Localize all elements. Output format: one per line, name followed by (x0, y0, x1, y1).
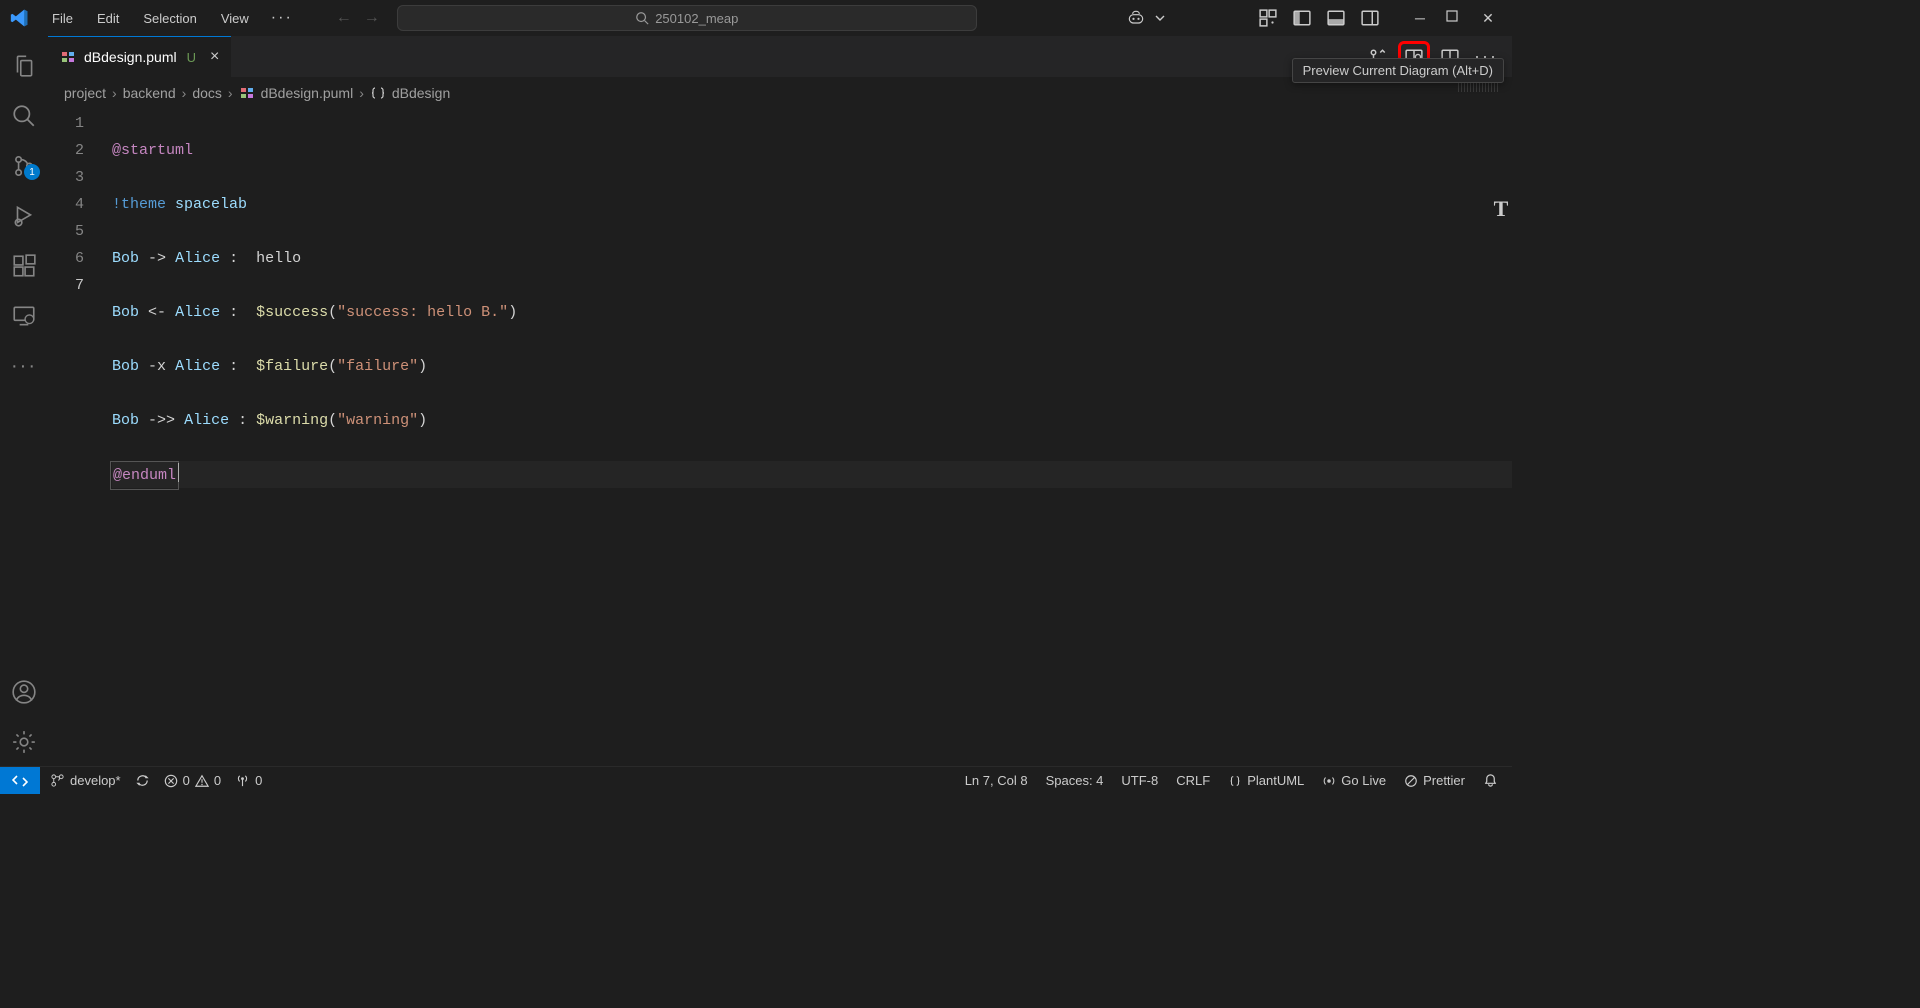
crumb-project[interactable]: project (64, 85, 106, 101)
symbol-namespace-icon (370, 85, 386, 101)
tooltip-preview-diagram: Preview Current Diagram (Alt+D) (1292, 58, 1504, 83)
text-cursor (178, 463, 179, 482)
vscode-logo-icon (8, 6, 32, 30)
broadcast-icon (1322, 774, 1336, 788)
menu-view[interactable]: View (211, 7, 259, 30)
menu-more-icon[interactable]: ··· (263, 5, 301, 31)
window-minimize-icon[interactable]: ─ (1412, 10, 1428, 27)
code-content[interactable]: @startuml !theme spacelab Bob -> Alice :… (106, 110, 1512, 766)
tab-filename: dBdesign.puml (84, 49, 177, 65)
chevron-right-icon: › (228, 85, 233, 101)
status-encoding[interactable]: UTF-8 (1121, 773, 1158, 788)
language-icon (1228, 774, 1242, 788)
window-maximize-icon[interactable] (1446, 10, 1462, 27)
toggle-panel-icon[interactable] (1326, 8, 1346, 28)
crumb-docs[interactable]: docs (192, 85, 222, 101)
activity-remote-explorer-icon[interactable] (0, 292, 48, 340)
crumb-backend[interactable]: backend (123, 85, 176, 101)
status-problems[interactable]: 0 0 (164, 773, 221, 788)
chevron-right-icon: › (112, 85, 117, 101)
toggle-secondary-sidebar-icon[interactable] (1360, 8, 1380, 28)
menu-file[interactable]: File (42, 7, 83, 30)
tab-modified-badge: U (187, 50, 196, 65)
plantuml-file-icon (60, 49, 76, 65)
error-icon (164, 774, 178, 788)
activity-extensions-icon[interactable] (0, 242, 48, 290)
toggle-sidebar-icon[interactable] (1292, 8, 1312, 28)
status-eol[interactable]: CRLF (1176, 773, 1210, 788)
command-center-text: 250102_meap (655, 11, 738, 26)
layout-customize-icon[interactable] (1258, 8, 1278, 28)
menu-edit[interactable]: Edit (87, 7, 129, 30)
status-cursor-position[interactable]: Ln 7, Col 8 (965, 773, 1028, 788)
editor-group: dBdesign.puml U × ··· project › backend … (48, 36, 1512, 766)
status-sync-icon[interactable] (135, 773, 150, 788)
plantuml-file-icon (239, 85, 255, 101)
nav-back-icon[interactable]: ← (335, 9, 353, 27)
status-notifications-icon[interactable] (1483, 773, 1498, 788)
activity-explorer-icon[interactable] (0, 42, 48, 90)
right-rail-icon[interactable]: T (1490, 36, 1512, 766)
crumb-symbol[interactable]: dBdesign (392, 85, 450, 101)
search-icon (635, 11, 649, 25)
nav-forward-icon[interactable]: → (363, 9, 381, 27)
activity-settings-icon[interactable] (0, 718, 48, 766)
title-bar: File Edit Selection View ··· ← → 250102_… (0, 0, 1512, 36)
status-bar: develop* 0 0 0 Ln 7, Col 8 Spaces: 4 UTF… (0, 766, 1512, 794)
scm-badge: 1 (24, 164, 40, 180)
tab-dbdesign[interactable]: dBdesign.puml U × (48, 36, 231, 77)
activity-bar: 1 ··· (0, 36, 48, 766)
command-center[interactable]: 250102_meap (397, 5, 977, 31)
status-ports[interactable]: 0 (235, 773, 262, 788)
status-indentation[interactable]: Spaces: 4 (1046, 773, 1104, 788)
status-prettier[interactable]: Prettier (1404, 773, 1465, 788)
tab-close-icon[interactable]: × (210, 48, 219, 66)
chevron-right-icon: › (359, 85, 364, 101)
copilot-icon[interactable] (1126, 8, 1146, 28)
status-golive[interactable]: Go Live (1322, 773, 1386, 788)
prohibit-icon (1404, 774, 1418, 788)
line-numbers: 1 2 3 4 5 6 7 (48, 110, 106, 766)
chevron-right-icon: › (182, 85, 187, 101)
menu-selection[interactable]: Selection (133, 7, 206, 30)
git-branch-icon (50, 773, 65, 788)
status-remote-icon[interactable] (0, 767, 40, 794)
crumb-file[interactable]: dBdesign.puml (261, 85, 354, 101)
window-close-icon[interactable]: ✕ (1480, 10, 1496, 27)
activity-scm-icon[interactable]: 1 (0, 142, 48, 190)
radio-tower-icon (235, 773, 250, 788)
warning-icon (195, 774, 209, 788)
activity-run-debug-icon[interactable] (0, 192, 48, 240)
chevron-down-icon[interactable] (1150, 8, 1170, 28)
status-language[interactable]: PlantUML (1228, 773, 1304, 788)
status-branch[interactable]: develop* (50, 773, 121, 788)
editor[interactable]: 1 2 3 4 5 6 7 @startuml !theme spacelab … (48, 108, 1512, 766)
activity-more-icon[interactable]: ··· (0, 342, 48, 390)
activity-search-icon[interactable] (0, 92, 48, 140)
activity-account-icon[interactable] (0, 668, 48, 716)
